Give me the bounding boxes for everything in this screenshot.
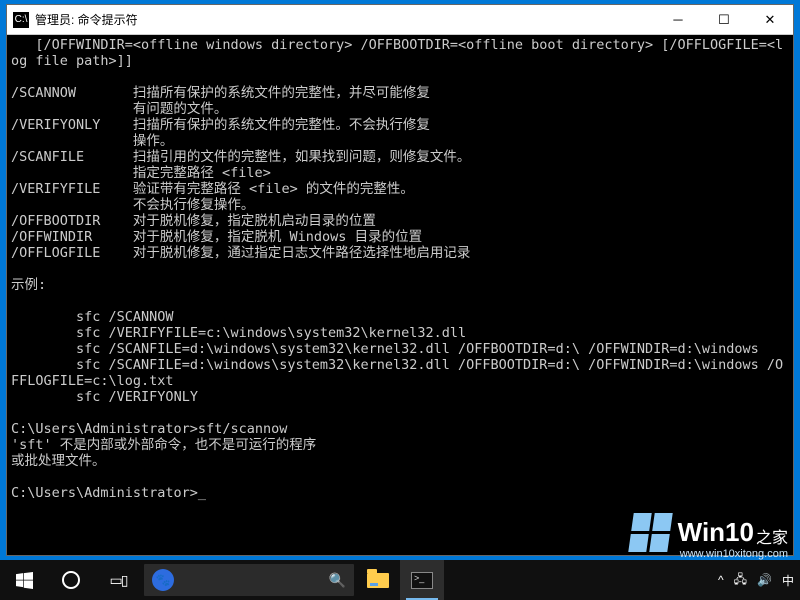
watermark-brand: Win10 [678, 517, 754, 548]
titlebar[interactable]: C:\ 管理员: 命令提示符 ─ ☐ ✕ [7, 5, 793, 35]
taskview-button[interactable]: ▭▯ [94, 560, 142, 600]
taskview-icon: ▭▯ [110, 572, 127, 589]
search-icon: 🔍 [329, 572, 346, 589]
cortana-icon [62, 571, 80, 589]
terminal-output[interactable]: [/OFFWINDIR=<offline windows directory> … [7, 35, 793, 555]
search-provider-icon: 🐾 [152, 569, 174, 591]
taskbar: ▭▯ 🐾 🔍 ^ 🖧 🔊 中 [0, 560, 800, 600]
cmd-app-icon: C:\ [13, 12, 29, 28]
tray-volume-icon[interactable]: 🔊 [757, 573, 772, 587]
tray-overflow-icon[interactable]: ^ [718, 573, 724, 587]
taskbar-app-explorer[interactable] [356, 560, 400, 600]
maximize-button[interactable]: ☐ [701, 5, 747, 34]
system-tray: ^ 🖧 🔊 中 [718, 560, 800, 600]
tray-ime-icon[interactable]: 中 [782, 572, 794, 589]
taskbar-app-cmd[interactable] [400, 560, 444, 600]
windows-icon [16, 572, 33, 589]
watermark-brand-suffix: 之家 [756, 524, 788, 548]
cortana-button[interactable] [48, 560, 94, 600]
cmd-icon [411, 572, 433, 589]
folder-icon [367, 573, 389, 588]
search-box[interactable]: 🐾 🔍 [144, 564, 354, 596]
window-title: 管理员: 命令提示符 [35, 11, 655, 28]
cmd-window: C:\ 管理员: 命令提示符 ─ ☐ ✕ [/OFFWINDIR=<offlin… [6, 4, 794, 556]
watermark: Win10 之家 [631, 513, 788, 552]
tray-network-icon[interactable]: 🖧 [734, 570, 747, 591]
watermark-url: www.win10xitong.com [680, 548, 788, 560]
window-controls: ─ ☐ ✕ [655, 5, 793, 34]
minimize-button[interactable]: ─ [655, 5, 701, 34]
windows-logo-icon [628, 513, 672, 552]
close-button[interactable]: ✕ [747, 5, 793, 34]
start-button[interactable] [0, 560, 48, 600]
